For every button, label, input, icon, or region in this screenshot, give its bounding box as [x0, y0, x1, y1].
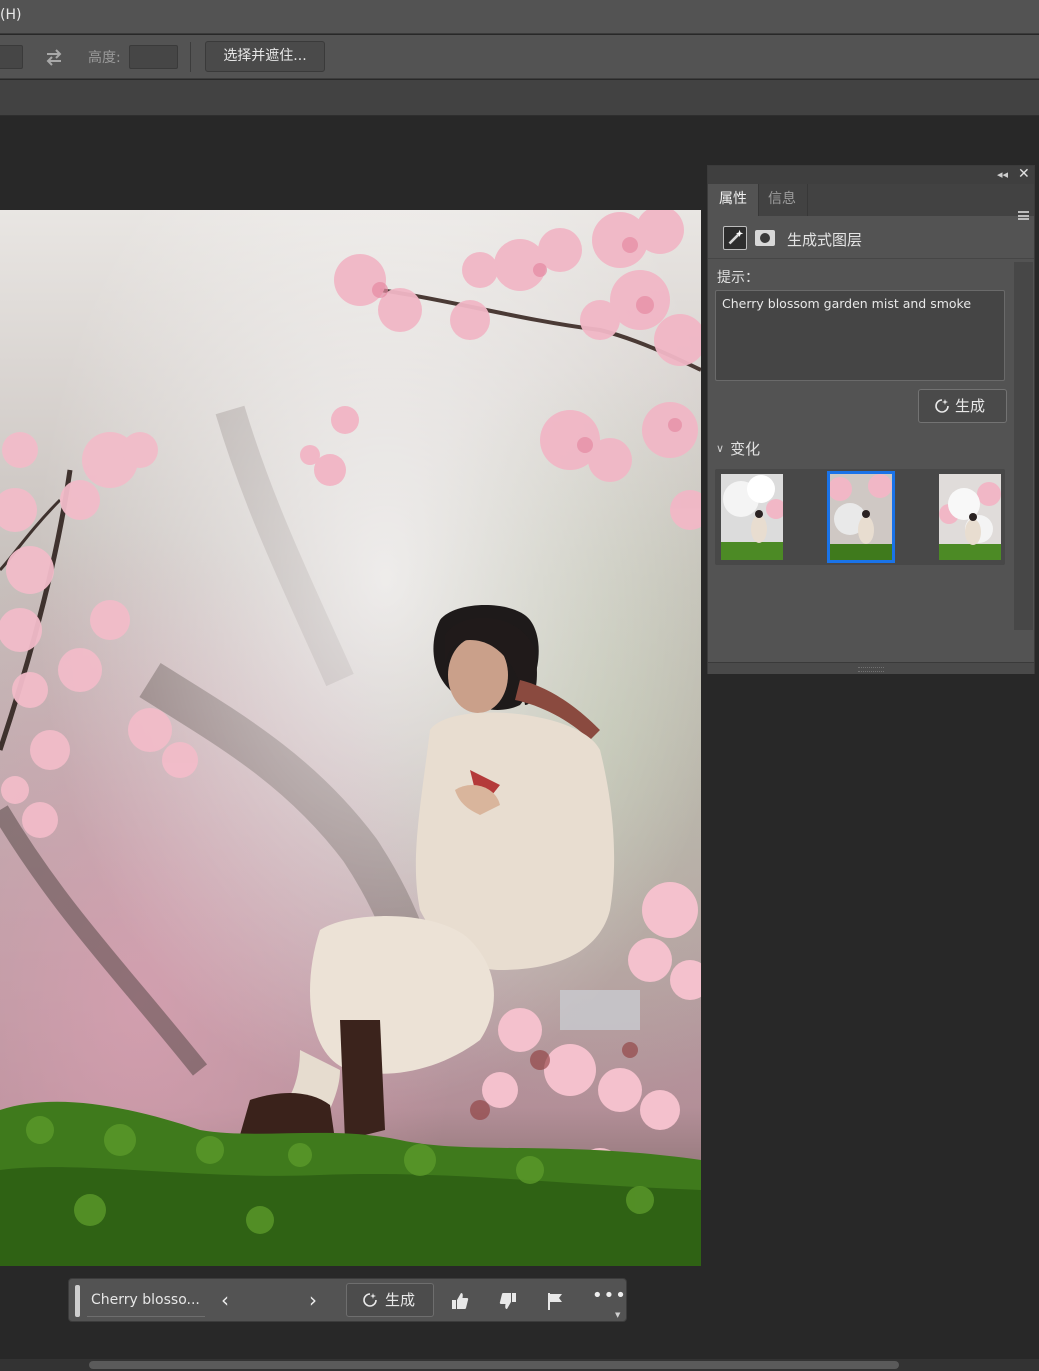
generate-button[interactable]: 生成 [918, 389, 1007, 423]
taskbar-prompt-input[interactable]: Cherry blosso... [87, 1285, 205, 1317]
generate-icon [935, 399, 949, 413]
collapse-icon[interactable]: ◂◂ [997, 168, 1008, 181]
previous-icon[interactable]: ‹ [221, 1288, 229, 1312]
horizontal-scrollbar[interactable] [0, 1359, 1039, 1371]
scrollbar-thumb[interactable] [89, 1361, 899, 1369]
drag-handle[interactable] [75, 1285, 80, 1317]
generate-label: 生成 [955, 397, 986, 415]
tab-properties[interactable]: 属性 [708, 184, 759, 216]
prompt-input[interactable]: Cherry blossom garden mist and smoke [715, 290, 1005, 381]
document-tab-strip [0, 80, 1039, 116]
panel-scrollbar[interactable] [1014, 262, 1033, 630]
menu-bar: (H) [0, 0, 1039, 34]
flag-icon[interactable] [544, 1290, 566, 1312]
layer-type-label: 生成式图层 [787, 231, 863, 249]
variation-thumbnail-2[interactable] [827, 471, 895, 563]
canvas-image[interactable] [0, 210, 701, 1266]
expand-corner-icon: ▼ [615, 1311, 621, 1319]
panel-resize-grip[interactable] [708, 662, 1034, 674]
next-icon[interactable]: › [309, 1288, 317, 1312]
generative-layer-icon [723, 226, 747, 250]
contextual-task-bar: Cherry blosso... ‹ › 生成 ••• ▼ [68, 1278, 627, 1322]
panel-tabs: 属性 信息 [708, 184, 1034, 220]
variation-thumbnail-3[interactable] [939, 474, 1001, 560]
properties-panel: ◂◂ ✕ 属性 信息 生成式图层 提示： Cherry blossom gard… [707, 165, 1035, 674]
variations-grid [715, 469, 1005, 565]
generated-image [0, 210, 701, 1266]
thumbs-up-icon[interactable] [449, 1290, 471, 1312]
select-and-mask-button[interactable]: 选择并遮住... [205, 41, 325, 72]
layer-type-row: 生成式图层 [708, 217, 1034, 259]
prompt-label: 提示： [717, 270, 759, 286]
close-icon[interactable]: ✕ [1018, 166, 1030, 182]
height-field[interactable] [129, 45, 178, 69]
height-label: 高度: [88, 50, 121, 66]
taskbar-generate-button[interactable]: 生成 [346, 1283, 434, 1317]
layer-mask-icon [755, 230, 775, 246]
menu-item-help[interactable]: (H) [0, 7, 21, 23]
panel-title-bar[interactable]: ◂◂ ✕ [708, 166, 1034, 184]
thumbs-down-icon[interactable] [497, 1290, 519, 1312]
variation-thumbnail-1[interactable] [721, 474, 783, 560]
swap-icon[interactable] [43, 47, 65, 67]
tab-info[interactable]: 信息 [757, 184, 808, 216]
width-field[interactable] [0, 45, 23, 69]
divider [190, 42, 191, 72]
chevron-down-icon: ∨ [716, 442, 725, 455]
taskbar-generate-label: 生成 [385, 1291, 416, 1309]
generate-icon [363, 1293, 377, 1307]
variations-label: 变化 [730, 440, 761, 458]
variations-header[interactable]: ∨ 变化 [716, 438, 760, 459]
options-bar: 高度: 选择并遮住... [0, 35, 1039, 79]
more-icon[interactable]: ••• [592, 1285, 627, 1306]
